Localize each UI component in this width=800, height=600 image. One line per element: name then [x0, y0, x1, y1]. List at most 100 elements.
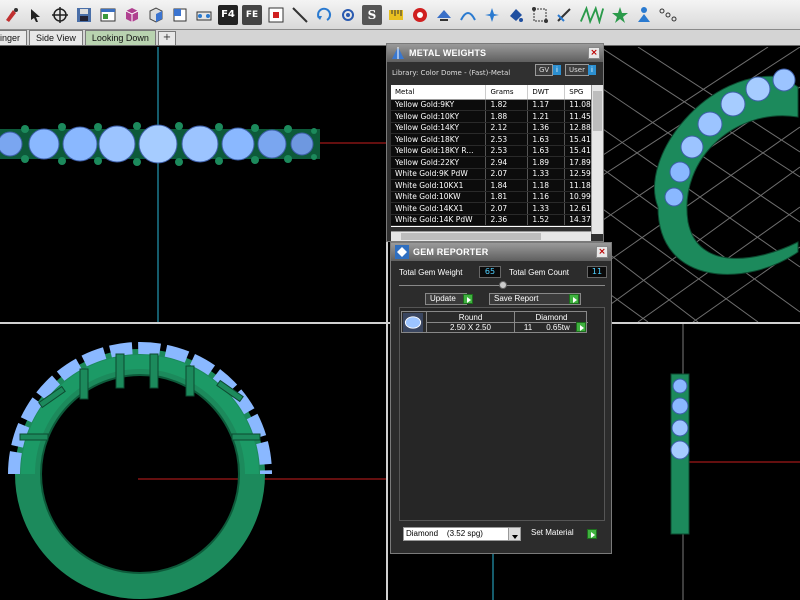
table-row[interactable]: Yellow Gold:10KY 1.88 1.21 11.45 [391, 110, 603, 123]
align-icon[interactable] [554, 5, 574, 25]
table-row[interactable]: White Gold:10KX1 1.84 1.18 11.18 [391, 179, 603, 192]
table-row[interactable]: Yellow Gold:18KY R... 2.53 1.63 15.41 [391, 145, 603, 157]
sparkle-icon[interactable] [482, 5, 502, 25]
cube-front-icon[interactable] [122, 5, 142, 25]
table-row[interactable]: White Gold:9K PdW 2.07 1.33 12.59 [391, 168, 603, 180]
spin-icon[interactable] [338, 5, 358, 25]
chain-icon[interactable] [658, 5, 678, 25]
col-grams[interactable]: Grams [485, 85, 529, 100]
gv-button[interactable]: GV [535, 64, 554, 76]
table-row[interactable]: Yellow Gold:18KY 2.53 1.63 15.41 [391, 133, 603, 146]
front-view-ring [8, 342, 272, 599]
gem-reporter-panel: GEM REPORTER × Total Gem Weight 65 Total… [390, 242, 612, 554]
user-info-icon[interactable]: i [588, 65, 596, 75]
cell-metal: White Gold:14K PdW [391, 214, 487, 226]
grid-icon[interactable] [266, 5, 286, 25]
cell-dwt: 1.33 [527, 168, 566, 180]
node-icon[interactable] [194, 5, 214, 25]
table-row[interactable]: Yellow Gold:9KY 1.82 1.17 11.08 [391, 99, 603, 111]
gradient-icon[interactable] [578, 5, 606, 25]
cell-grams: 2.12 [485, 122, 529, 134]
front-view-scene [8, 342, 386, 599]
paint-icon[interactable] [2, 5, 22, 25]
select-icon[interactable] [26, 5, 46, 25]
cell-dwt: 1.89 [527, 156, 566, 169]
tab-looking-down[interactable]: Looking Down [84, 30, 156, 45]
metal-table-header: Metal Grams DWT SPG [391, 85, 603, 100]
window-icon[interactable] [98, 5, 118, 25]
cell-dwt: 1.36 [527, 122, 566, 134]
table-row[interactable]: Yellow Gold:14KY 2.12 1.36 12.88 [391, 122, 603, 134]
metal-weights-titlebar[interactable]: METAL WEIGHTS × [387, 44, 603, 62]
arch-icon[interactable] [434, 5, 454, 25]
chevron-down-icon[interactable] [508, 528, 520, 540]
col-dwt[interactable]: DWT [527, 85, 566, 100]
metal-table-vscroll[interactable] [591, 85, 603, 234]
gem-reporter-title: GEM REPORTER [413, 247, 489, 257]
gem-row[interactable]: Round Diamond 2.50 X 2.50 11 0.65tw [401, 311, 588, 333]
gem-shape: Round [458, 313, 483, 322]
total-gem-count-label: Total Gem Count [509, 268, 570, 277]
cell-metal: Yellow Gold:14KY [391, 122, 487, 134]
record-icon[interactable] [410, 5, 430, 25]
gem-row-arrow-icon[interactable] [576, 322, 586, 332]
cube-side-icon[interactable] [146, 5, 166, 25]
metal-table-hscroll[interactable] [391, 231, 591, 241]
library-row: Library: Color Dome - (Fast)-Metal GV i … [387, 62, 603, 84]
tab-finger[interactable]: inger [0, 30, 28, 45]
cell-dwt: 1.17 [527, 99, 566, 111]
cell-dwt: 1.18 [527, 179, 566, 192]
top-view-scene [0, 47, 386, 322]
table-row[interactable]: White Gold:10KW 1.81 1.16 10.99 [391, 191, 603, 203]
update-arrow-icon[interactable] [463, 294, 473, 304]
scale-icon [392, 47, 404, 59]
add-tab-button[interactable]: + [157, 31, 176, 45]
person-icon[interactable] [634, 5, 654, 25]
material-select[interactable]: Diamond (3.52 spg) [403, 527, 521, 541]
user-button[interactable]: User [565, 64, 589, 76]
save-report-button[interactable]: Save Report [489, 293, 581, 305]
cube-top-icon[interactable] [170, 5, 190, 25]
app-window: F4 FE S inger Side View Looking Down + M… [0, 0, 800, 600]
table-row[interactable]: Yellow Gold:22KY 2.94 1.89 17.89 [391, 156, 603, 169]
table-row[interactable]: White Gold:14KX1 2.07 1.33 12.61 [391, 202, 603, 215]
cell-metal: Yellow Gold:10KY [391, 110, 487, 123]
update-button[interactable]: Update [425, 293, 467, 305]
metal-weights-title: METAL WEIGHTS [409, 48, 487, 58]
set-material-arrow-icon[interactable] [587, 529, 597, 539]
cell-grams: 2.53 [485, 133, 529, 146]
cell-grams: 2.94 [485, 156, 529, 169]
cell-grams: 1.88 [485, 110, 529, 123]
splitter-knob-icon[interactable] [499, 281, 507, 289]
close-icon[interactable]: × [596, 246, 608, 258]
cell-metal: White Gold:14KX1 [391, 202, 487, 215]
tab-side-view[interactable]: Side View [29, 30, 83, 45]
curve-icon[interactable] [458, 5, 478, 25]
save-report-arrow-icon[interactable] [569, 294, 579, 304]
close-icon[interactable]: × [588, 47, 600, 59]
gem-size: 2.50 X 2.50 [450, 323, 491, 332]
save-icon[interactable] [74, 5, 94, 25]
f4-icon[interactable]: F4 [218, 4, 238, 25]
gv-info-icon[interactable]: i [553, 65, 561, 75]
viewport-front[interactable] [0, 324, 386, 600]
ruler-icon[interactable] [386, 5, 406, 25]
gem-reporter-titlebar[interactable]: GEM REPORTER × [391, 243, 611, 261]
total-gem-count-value: 11 [587, 266, 607, 278]
cell-grams: 2.07 [485, 202, 529, 215]
line-icon[interactable] [290, 5, 310, 25]
metal-weights-panel: METAL WEIGHTS × Library: Color Dome - (F… [386, 43, 604, 242]
cell-metal: Yellow Gold:18KY R... [391, 145, 487, 157]
rotate-icon[interactable] [314, 5, 334, 25]
table-row[interactable]: White Gold:14K PdW 2.36 1.52 14.37 [391, 214, 603, 226]
s-icon[interactable]: S [362, 4, 382, 25]
crosshair-icon[interactable] [50, 5, 70, 25]
fe-icon[interactable]: FE [242, 4, 262, 25]
round-gem-icon [403, 313, 423, 332]
transform-icon[interactable] [530, 5, 550, 25]
star-icon[interactable] [610, 5, 630, 25]
viewport-top-left[interactable] [0, 47, 386, 322]
fill-icon[interactable] [506, 5, 526, 25]
col-metal[interactable]: Metal [391, 85, 487, 100]
cell-metal: Yellow Gold:22KY [391, 156, 487, 169]
